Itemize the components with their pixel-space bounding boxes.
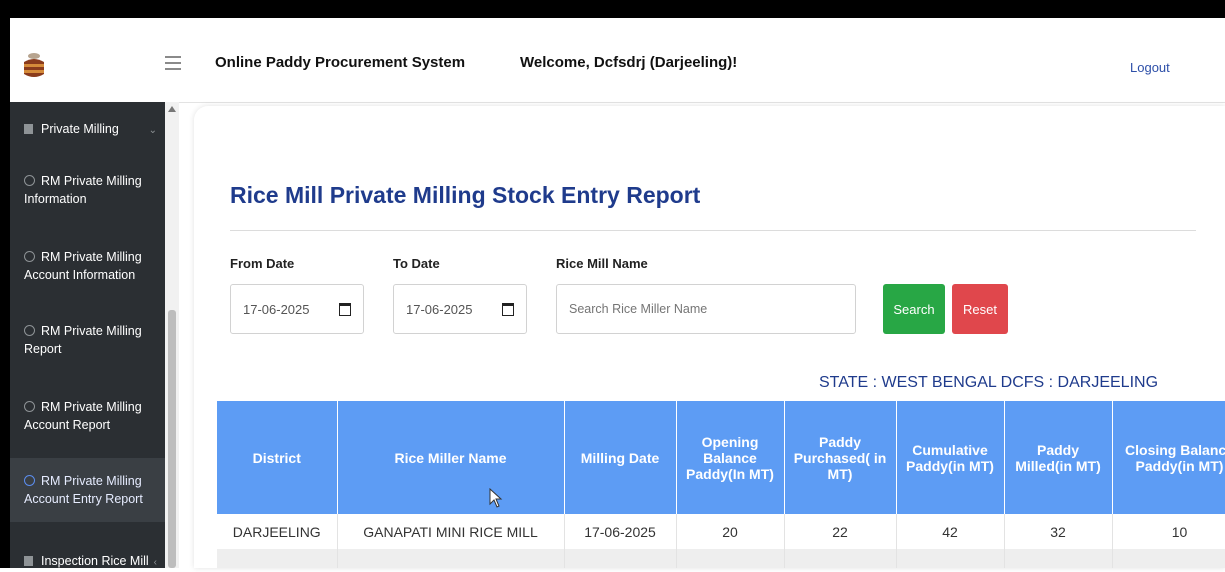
column-header[interactable]: Rice Miller Name [337,401,565,514]
logout-link[interactable]: Logout [1130,60,1170,75]
column-header[interactable]: Cumulative Paddy(in MT) [896,401,1005,514]
sidebar: Private Milling ⌄ RM Private Milling Inf… [10,102,165,568]
app-title: Online Paddy Procurement System [215,54,466,71]
table-cell: DARJEELING [217,514,338,549]
table-cell [676,549,785,568]
from-date-value: 17-06-2025 [243,302,310,317]
divider [230,230,1196,231]
table-cell [217,549,338,568]
from-date-input[interactable]: 17-06-2025 [230,284,364,334]
circle-icon [24,475,35,486]
mouse-cursor-icon [489,488,503,508]
to-date-label: To Date [393,256,440,271]
circle-icon [24,401,35,412]
sidebar-item-label: RM Private Milling [41,250,142,264]
sidebar-item-label: RM Private Milling [41,174,142,188]
sidebar-item-rm-private-milling-information[interactable]: RM Private Milling Information [10,172,165,208]
table-cell: 10 [1112,514,1225,549]
column-header[interactable]: Opening Balance Paddy(In MT) [676,401,785,514]
menu-toggle-icon[interactable] [165,56,181,70]
table-row [217,549,1225,568]
chevron-down-icon: ⌄ [148,125,157,136]
sidebar-item-label-line2: Account Report [24,418,111,432]
rice-miller-search-input[interactable] [556,284,856,334]
column-header[interactable]: Closing Balance Paddy(in MT) [1112,401,1225,514]
page-title: Rice Mill Private Milling Stock Entry Re… [230,182,701,208]
chevron-left-icon: ‹ [153,557,157,568]
table-row: DARJEELING GANAPATI MINI RICE MILL 17-06… [217,514,1225,549]
sidebar-item-label: Private Milling [41,122,119,136]
sidebar-item-rm-private-milling-account-report[interactable]: RM Private Milling Account Report [10,398,165,434]
circle-icon [24,175,35,186]
sidebar-scrollbar[interactable] [165,102,179,568]
column-header[interactable]: District [217,401,338,514]
table-cell: 17-06-2025 [564,514,677,549]
sidebar-item-label-line2: Report [24,342,62,356]
sidebar-item-private-milling[interactable]: Private Milling ⌄ [10,120,165,138]
rice-mill-name-label: Rice Mill Name [556,256,648,271]
window-frame-left [0,0,10,568]
table-header-row: District Rice Miller Name Milling Date O… [217,401,1225,514]
sidebar-item-label: Inspection Rice Mill [41,554,149,568]
table-cell [1004,549,1113,568]
sidebar-item-label-line2: Information [24,192,87,206]
top-navbar: Online Paddy Procurement System Welcome,… [10,18,1225,103]
report-table: District Rice Miller Name Milling Date O… [217,401,1225,568]
table-cell: 20 [676,514,785,549]
table-cell: 22 [784,514,897,549]
calendar-icon[interactable] [339,303,351,316]
window-frame-top [0,0,1225,18]
sidebar-item-label-line2: Account Entry Report [24,492,143,506]
from-date-label: From Date [230,256,295,271]
state-dcfs-line: STATE : WEST BENGAL DCFS : DARJEELING [819,374,1159,391]
sidebar-item-rm-private-milling-account-information[interactable]: RM Private Milling Account Information [10,248,165,284]
sidebar-item-label-line2: Account Information [24,268,136,282]
sidebar-item-rm-private-milling-account-entry-report[interactable]: RM Private Milling Account Entry Report [10,458,165,522]
sidebar-item-label: RM Private Milling [41,474,142,488]
sidebar-item-rm-private-milling-report[interactable]: RM Private Milling Report [10,322,165,358]
content-panel: Rice Mill Private Milling Stock Entry Re… [194,106,1225,568]
table-cell: GANAPATI MINI RICE MILL [337,514,565,549]
column-header[interactable]: Paddy Purchased( in MT) [784,401,897,514]
circle-icon [24,251,35,262]
calendar-icon[interactable] [502,303,514,316]
table-cell [784,549,897,568]
scroll-thumb[interactable] [168,310,176,568]
sidebar-item-label: RM Private Milling [41,400,142,414]
column-header[interactable]: Paddy Milled(in MT) [1004,401,1113,514]
report-table-container: District Rice Miller Name Milling Date O… [217,401,1225,568]
column-header[interactable]: Milling Date [564,401,677,514]
folder-icon [24,556,33,566]
to-date-value: 17-06-2025 [406,302,473,317]
sidebar-item-inspection-rice-mill[interactable]: Inspection Rice Mill ‹ [10,552,165,570]
logo-icon [24,53,44,77]
table-cell [564,549,677,568]
reset-button[interactable]: Reset [952,284,1008,334]
scroll-up-icon[interactable] [168,106,176,112]
circle-icon [24,325,35,336]
sidebar-item-label: RM Private Milling [41,324,142,338]
folder-icon [24,124,33,134]
table-cell: 32 [1004,514,1113,549]
table-cell [896,549,1005,568]
welcome-message: Welcome, Dcfsdrj (Darjeeling)! [520,54,738,71]
table-cell [337,549,565,568]
table-cell: 42 [896,514,1005,549]
table-cell [1112,549,1225,568]
to-date-input[interactable]: 17-06-2025 [393,284,527,334]
search-button[interactable]: Search [883,284,945,334]
